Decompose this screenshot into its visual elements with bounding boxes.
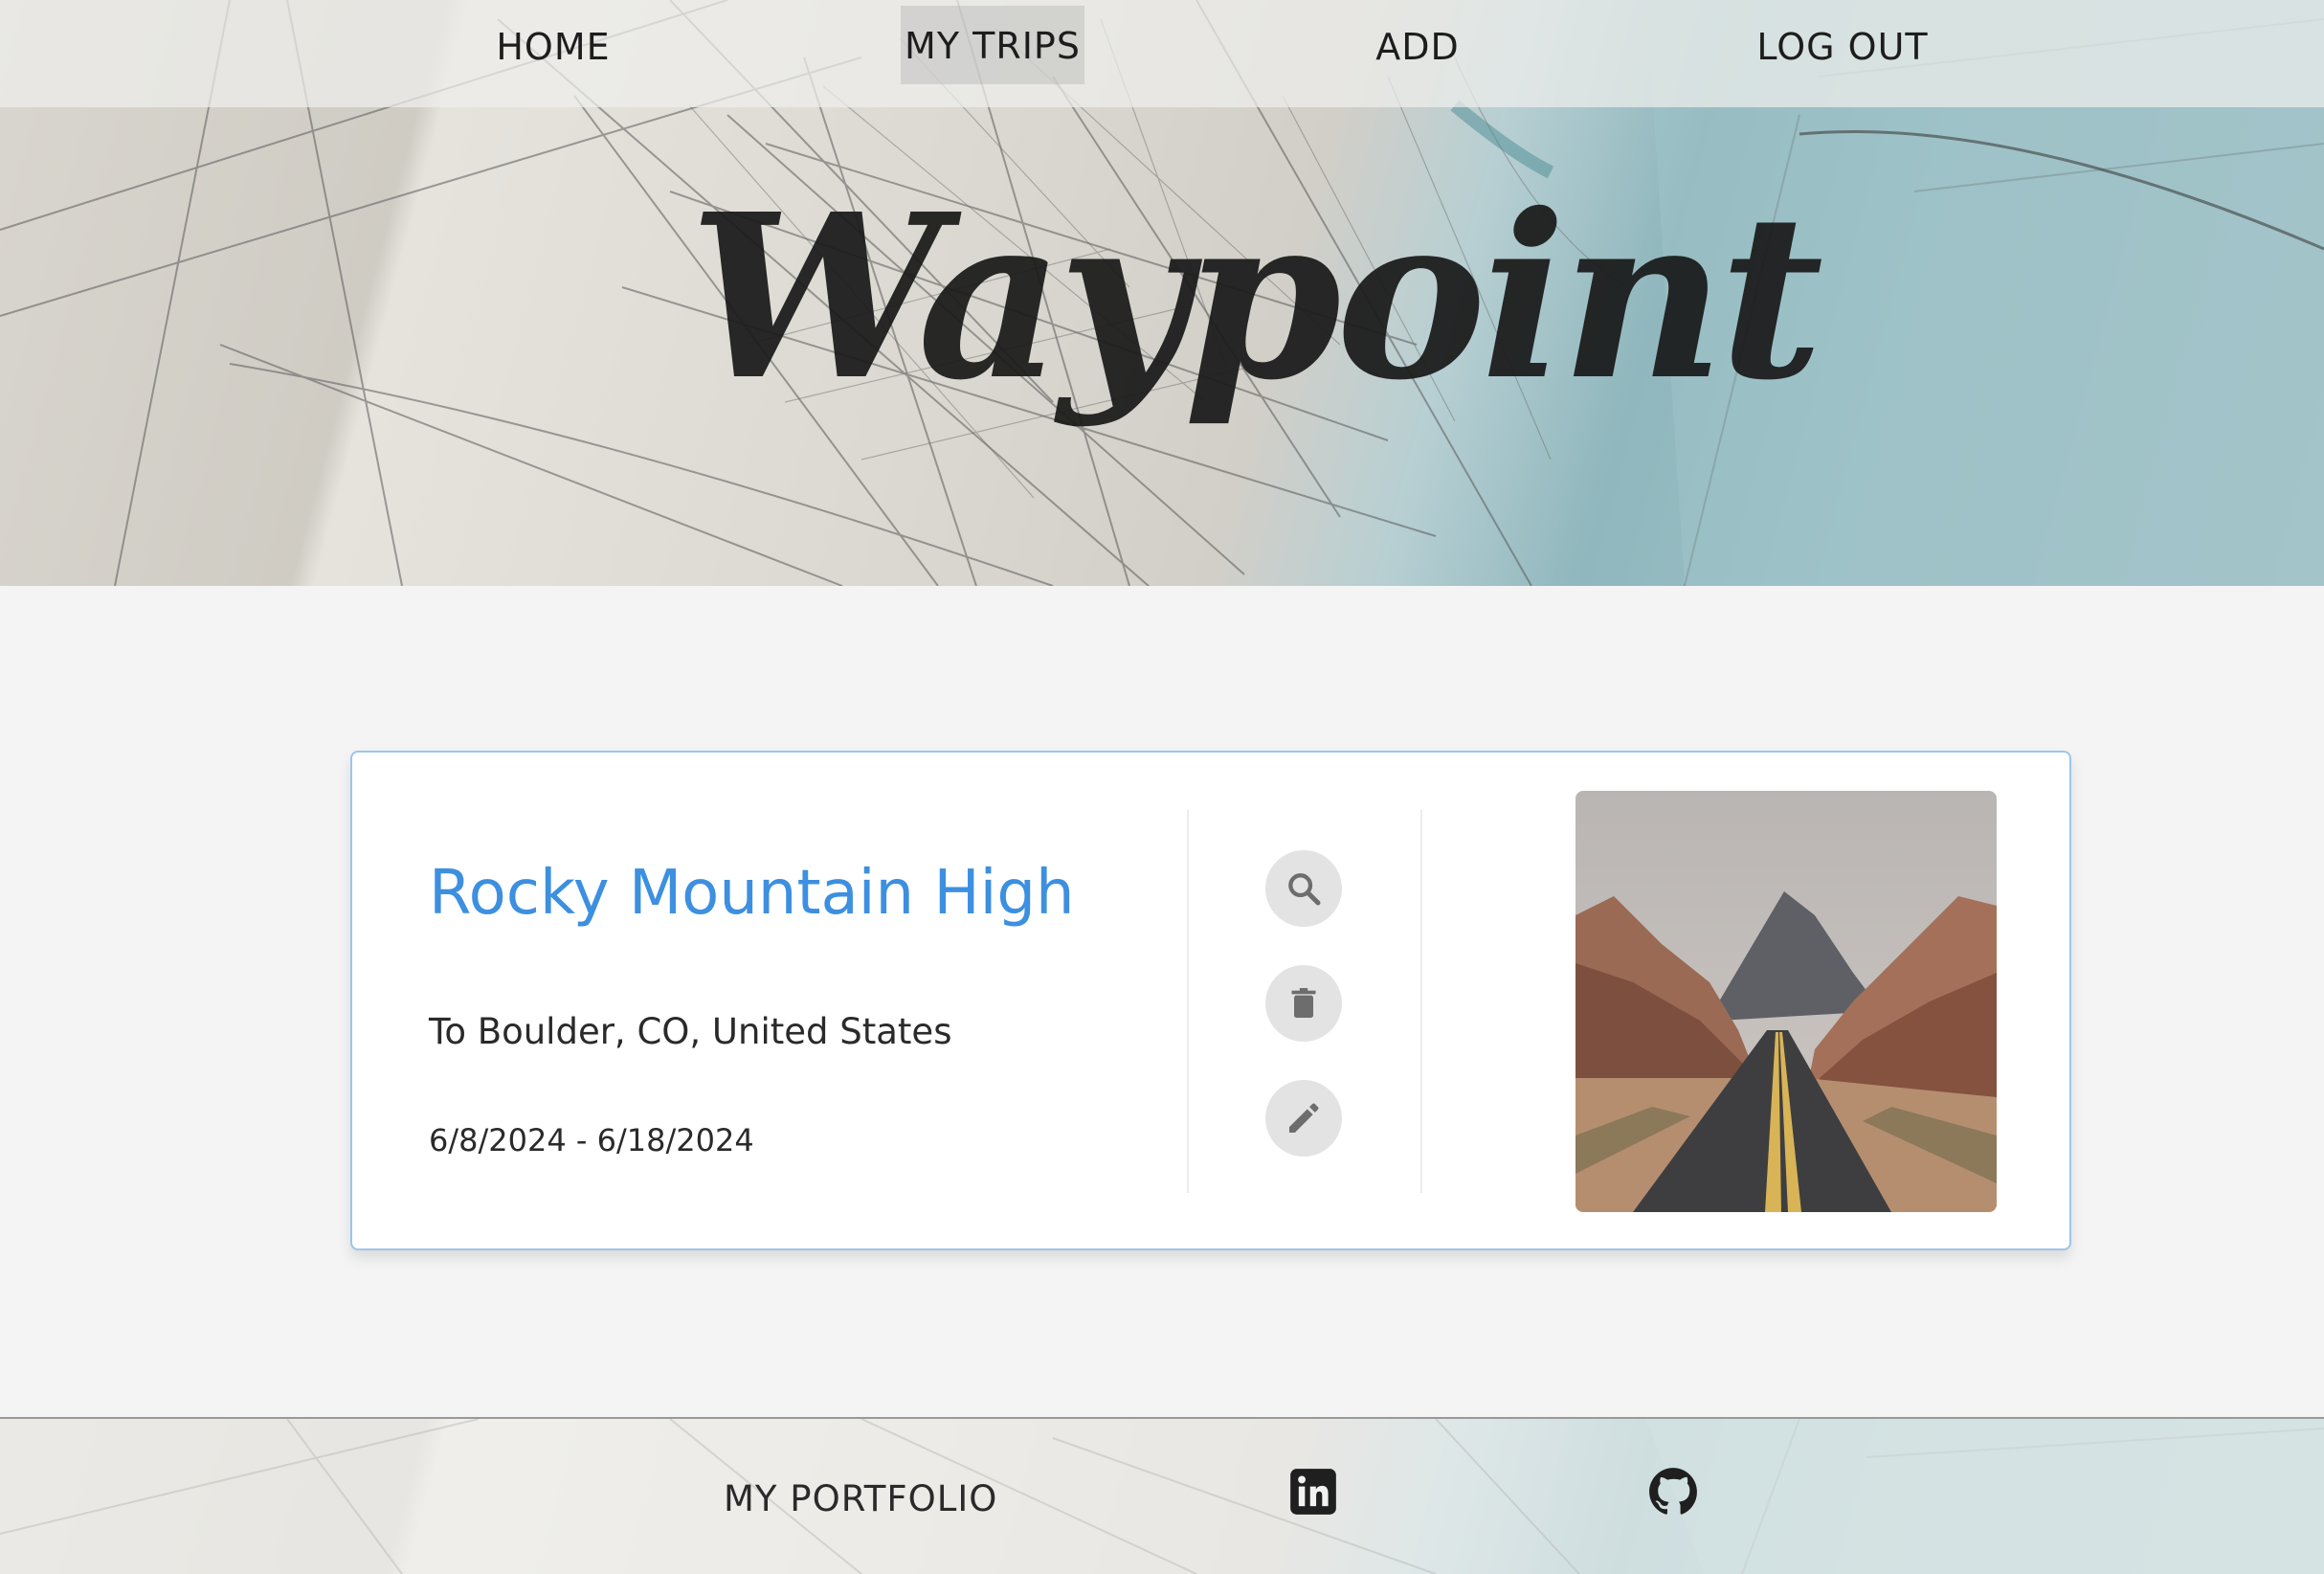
- trip-dates: 6/8/2024 - 6/18/2024: [429, 1122, 754, 1158]
- card-divider: [1187, 810, 1189, 1193]
- trip-card: Rocky Mountain High To Boulder, CO, Unit…: [350, 751, 2071, 1250]
- footer-overlay: [0, 1419, 2324, 1574]
- top-nav: HOME MY TRIPS ADD LOG OUT: [0, 0, 2324, 107]
- nav-add[interactable]: ADD: [1365, 0, 1470, 107]
- nav-log-out[interactable]: LOG OUT: [1752, 0, 1933, 107]
- site-logo[interactable]: Waypoint: [689, 153, 1823, 555]
- nav-my-trips[interactable]: MY TRIPS: [901, 6, 1084, 84]
- github-link[interactable]: [1648, 1467, 1698, 1517]
- linkedin-link[interactable]: [1288, 1467, 1338, 1517]
- view-trip-button[interactable]: [1265, 850, 1342, 927]
- footer: MY PORTFOLIO: [0, 1417, 2324, 1574]
- card-divider: [1420, 810, 1422, 1193]
- linkedin-icon: [1290, 1469, 1336, 1515]
- github-icon: [1649, 1468, 1697, 1515]
- pencil-icon: [1289, 1103, 1319, 1133]
- edit-trip-button[interactable]: [1265, 1080, 1342, 1157]
- road-canyon-photo: [1575, 791, 1997, 1212]
- trip-photo[interactable]: [1575, 791, 1997, 1212]
- trash-icon: [1291, 988, 1316, 1018]
- hero-banner: HOME MY TRIPS ADD LOG OUT Waypoint: [0, 0, 2324, 586]
- trip-title[interactable]: Rocky Mountain High: [429, 858, 1075, 929]
- nav-home[interactable]: HOME: [488, 0, 618, 107]
- trip-destination: To Boulder, CO, United States: [429, 1011, 952, 1052]
- search-icon: [1288, 873, 1321, 906]
- delete-trip-button[interactable]: [1265, 965, 1342, 1042]
- portfolio-link[interactable]: MY PORTFOLIO: [724, 1478, 997, 1519]
